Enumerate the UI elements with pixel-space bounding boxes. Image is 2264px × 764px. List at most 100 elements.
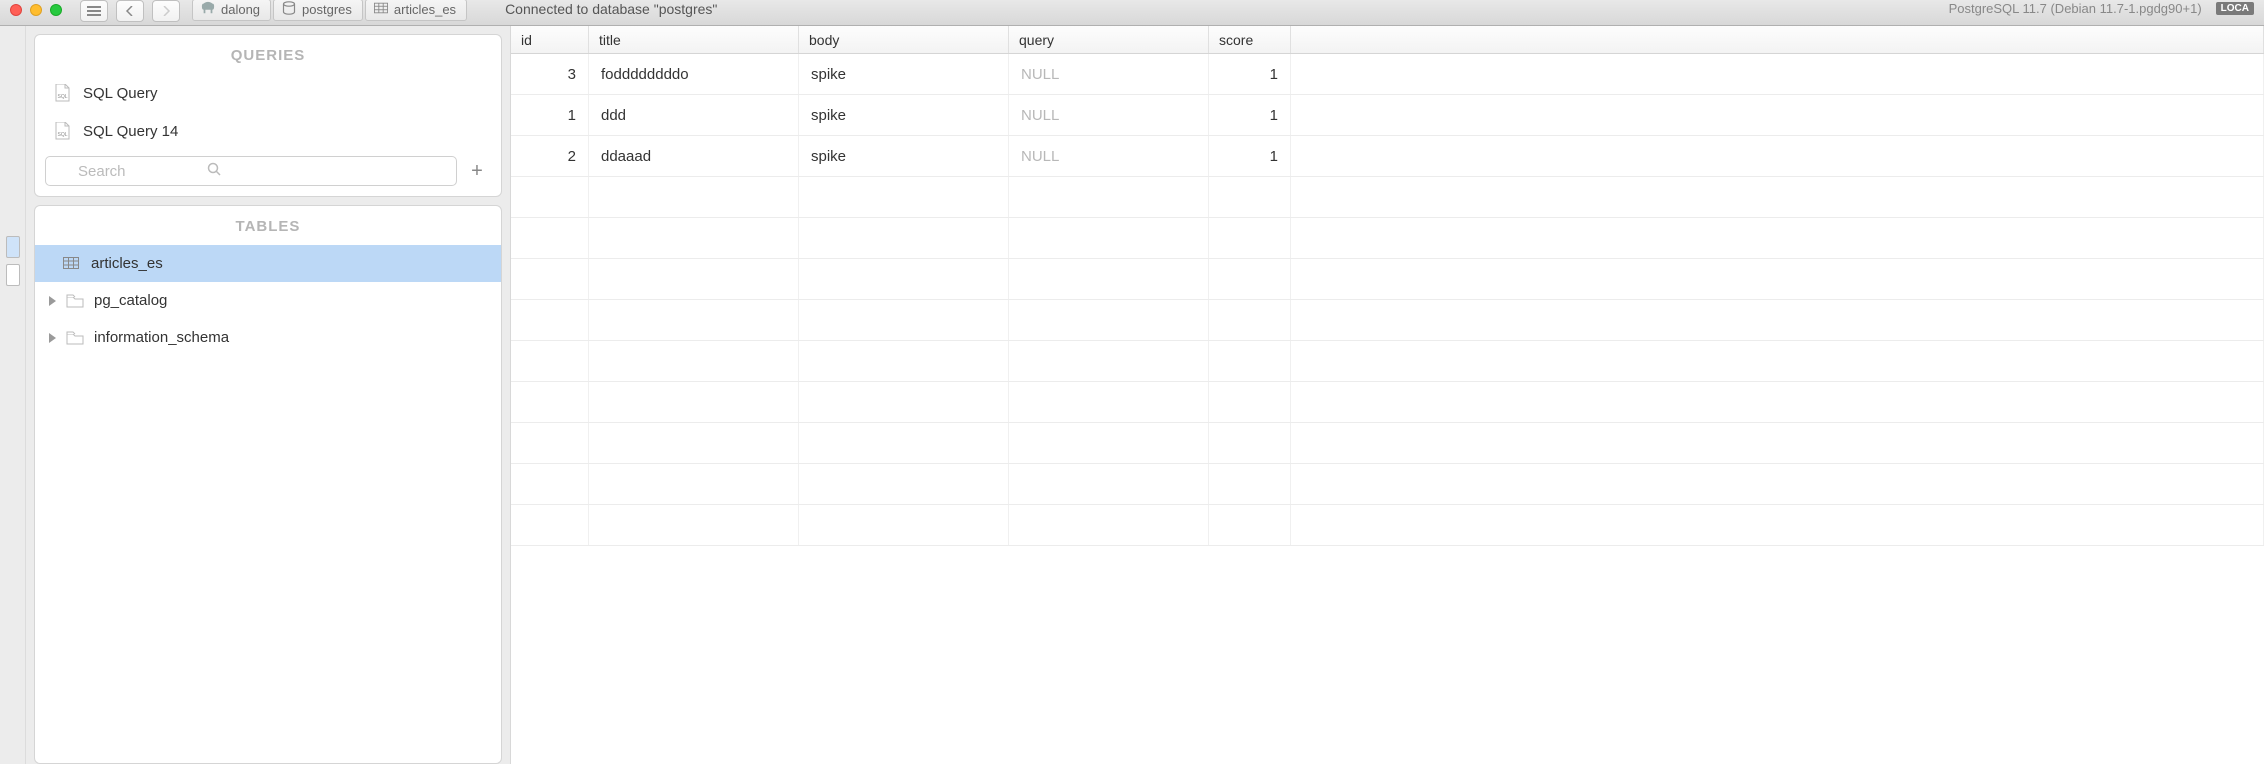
cell-empty [799, 382, 1009, 422]
cell-empty [1291, 177, 2264, 217]
cell-empty [589, 177, 799, 217]
breadcrumb-item[interactable]: dalong [192, 0, 271, 21]
cell-empty [589, 382, 799, 422]
table-row[interactable]: 2ddaaadspikeNULL1 [511, 136, 2264, 177]
cell[interactable]: NULL [1009, 95, 1209, 135]
nav-back-button[interactable] [116, 0, 144, 22]
table-row-empty [511, 423, 2264, 464]
zoom-window-button[interactable] [50, 4, 62, 16]
data-grid: idtitlebodyqueryscore 3foddddddddospikeN… [510, 26, 2264, 764]
column-header[interactable]: query [1009, 26, 1209, 53]
table-row-empty [511, 382, 2264, 423]
folder-icon [66, 331, 84, 345]
table-row-empty [511, 177, 2264, 218]
cell-empty [1291, 218, 2264, 258]
queries-item[interactable]: SQL SQL Query 14 [35, 112, 501, 150]
cell[interactable]: ddd [589, 95, 799, 135]
cell[interactable]: NULL [1009, 54, 1209, 94]
connection-status: Connected to database "postgres" [505, 1, 717, 17]
cell[interactable]: foddddddddo [589, 54, 799, 94]
tables-item[interactable]: articles_es [35, 245, 501, 282]
cell-empty [799, 423, 1009, 463]
column-header-spacer [1291, 26, 2264, 53]
tables-panel: TABLES articles_es pg_catalog information_… [34, 205, 502, 764]
toolbar: dalongpostgres articles_es Connected to d… [0, 0, 2264, 26]
cell-empty [1291, 341, 2264, 381]
column-header[interactable]: id [511, 26, 589, 53]
cell[interactable]: 3 [511, 54, 589, 94]
cell-empty [1209, 259, 1291, 299]
column-header[interactable]: title [589, 26, 799, 53]
queries-search-input[interactable] [45, 156, 457, 186]
queries-item[interactable]: SQL SQL Query [35, 74, 501, 112]
window-controls [10, 4, 62, 16]
folder-icon [66, 294, 84, 308]
cell-empty [1291, 423, 2264, 463]
query-label: SQL Query [83, 85, 157, 102]
cell-empty [799, 300, 1009, 340]
cell-empty [1209, 382, 1291, 422]
disclosure-triangle-icon[interactable] [49, 296, 56, 306]
svg-text:SQL: SQL [58, 94, 68, 100]
nav-forward-button[interactable] [152, 0, 180, 22]
column-header[interactable]: score [1209, 26, 1291, 53]
tables-item[interactable]: pg_catalog [35, 282, 501, 319]
cell-empty [511, 505, 589, 545]
cell[interactable]: ddaaad [589, 136, 799, 176]
elephant-icon [201, 1, 215, 18]
cell[interactable]: spike [799, 54, 1009, 94]
cell-empty [1009, 341, 1209, 381]
svg-text:SQL: SQL [58, 132, 68, 138]
cell[interactable]: 1 [1209, 95, 1291, 135]
cell[interactable]: spike [799, 136, 1009, 176]
local-badge: LOCA [2216, 2, 2254, 15]
sidebar-toggle-button[interactable] [80, 0, 108, 22]
disclosure-triangle-icon[interactable] [49, 333, 56, 343]
minimize-window-button[interactable] [30, 4, 42, 16]
server-version-label: PostgreSQL 11.7 (Debian 11.7-1.pgdg90+1) [1949, 1, 2202, 16]
gutter-tab-active[interactable] [6, 236, 20, 258]
cell-empty [1209, 505, 1291, 545]
cell[interactable]: 2 [511, 136, 589, 176]
cell-empty [589, 218, 799, 258]
breadcrumb: dalongpostgres articles_es [192, 0, 467, 21]
cell-empty [1291, 464, 2264, 504]
cell[interactable]: 1 [511, 95, 589, 135]
breadcrumb-item[interactable]: articles_es [365, 0, 467, 21]
cell-empty [1291, 259, 2264, 299]
cell-empty [1209, 341, 1291, 381]
cell-empty [1291, 300, 2264, 340]
close-window-button[interactable] [10, 4, 22, 16]
cell-empty [1209, 218, 1291, 258]
cell-empty [1291, 505, 2264, 545]
cell-empty [511, 464, 589, 504]
breadcrumb-label: articles_es [394, 2, 456, 17]
cell-empty [1009, 423, 1209, 463]
cell-empty [799, 505, 1009, 545]
column-header[interactable]: body [799, 26, 1009, 53]
search-icon [207, 162, 222, 180]
cell-empty [511, 218, 589, 258]
cell-empty [511, 177, 589, 217]
gutter-tab-inactive[interactable] [6, 264, 20, 286]
cell-spacer [1291, 95, 2264, 135]
cell[interactable]: 1 [1209, 136, 1291, 176]
table-row-empty [511, 218, 2264, 259]
cell-empty [799, 259, 1009, 299]
table-label: pg_catalog [94, 292, 167, 309]
cell[interactable]: 1 [1209, 54, 1291, 94]
add-query-button[interactable]: + [463, 156, 491, 186]
cell[interactable]: NULL [1009, 136, 1209, 176]
table-row[interactable]: 1dddspikeNULL1 [511, 95, 2264, 136]
cell[interactable]: spike [799, 95, 1009, 135]
cell-empty [1209, 177, 1291, 217]
query-label: SQL Query 14 [83, 123, 178, 140]
cell-empty [799, 177, 1009, 217]
breadcrumb-item[interactable]: postgres [273, 0, 363, 21]
tables-header: TABLES [35, 206, 501, 245]
queries-panel: QUERIES SQLSQL QuerySQLSQL Query 14 + [34, 34, 502, 197]
table-row-empty [511, 259, 2264, 300]
plus-icon: + [471, 160, 483, 183]
table-row[interactable]: 3foddddddddospikeNULL1 [511, 54, 2264, 95]
tables-item[interactable]: information_schema [35, 319, 501, 356]
